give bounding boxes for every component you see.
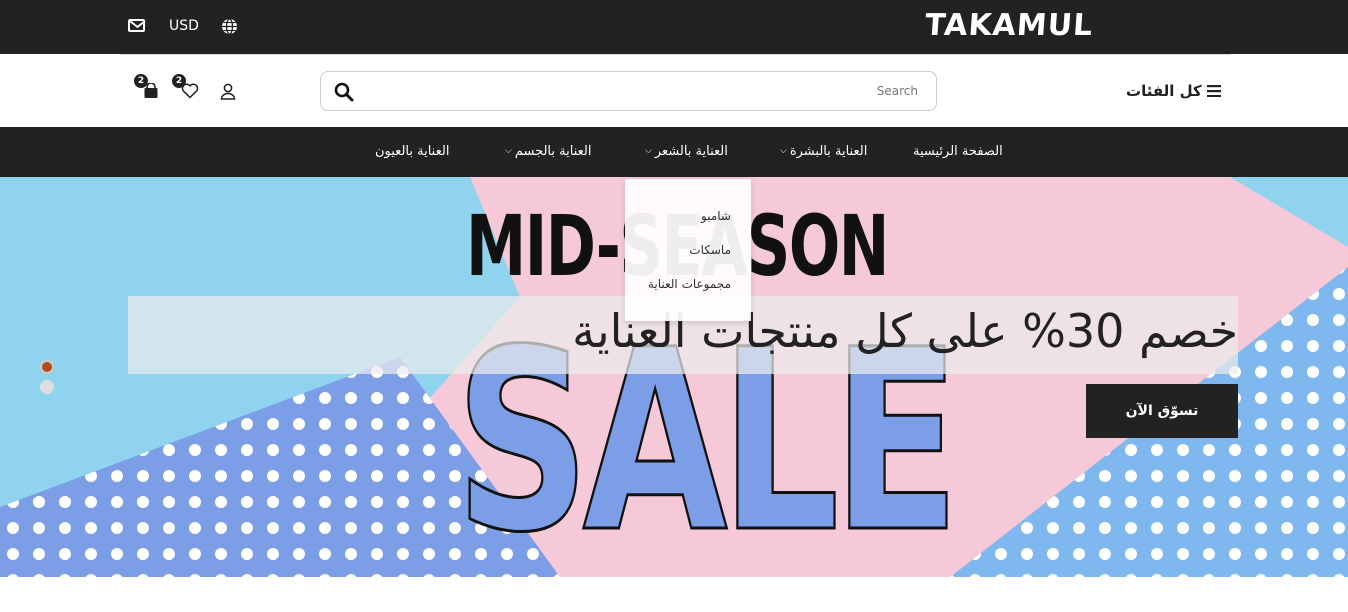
dropdown-item-masks[interactable]: ماسكات [689, 243, 731, 257]
slider-dot[interactable] [40, 380, 54, 394]
dropdown-item-shampoo[interactable]: شامبو [701, 209, 731, 223]
hamburger-icon [1206, 83, 1221, 101]
user-icon[interactable] [220, 83, 236, 104]
shop-now-button[interactable]: تسوّق الآن [1086, 384, 1238, 438]
nav-item-skin-care[interactable]: ⌵ العناية بالبشرة [780, 144, 867, 159]
search-placeholder: Search [876, 84, 918, 98]
nav-item-home[interactable]: الصفحة الرئيسية [913, 144, 1003, 159]
nav-item-hair-care[interactable]: ⌵ العناية بالشعر [645, 144, 728, 159]
dropdown-item-care-sets[interactable]: مجموعات العناية [648, 277, 731, 291]
site-logo[interactable]: TAKAMUL [924, 8, 1095, 43]
all-categories-button[interactable]: كل الفئات [1126, 82, 1221, 101]
all-categories-label: كل الفئات [1126, 82, 1202, 100]
nav-item-body-care[interactable]: ⌵ العناية بالجسم [505, 144, 591, 159]
slider-dot-active[interactable] [40, 360, 54, 374]
wishlist-count-badge: 2 [172, 74, 186, 88]
chevron-down-icon: ⌵ [780, 146, 787, 156]
globe-icon[interactable] [221, 18, 238, 39]
currency-selector[interactable]: USD [169, 18, 199, 34]
main-header: 2 2 Search كل الفئات [0, 55, 1348, 127]
nav-item-eye-care[interactable]: العناية بالعيون [375, 144, 449, 159]
chevron-down-icon: ⌵ [645, 146, 652, 156]
hair-care-dropdown: شامبو ماسكات مجموعات العناية [625, 179, 751, 321]
search-icon[interactable] [334, 82, 354, 106]
main-navigation: الصفحة الرئيسية ⌵ العناية بالبشرة ⌵ العناي… [0, 127, 1348, 177]
mail-icon[interactable] [128, 19, 146, 32]
top-bar: USD TAKAMUL [0, 0, 1348, 54]
search-bar[interactable]: Search [320, 71, 937, 111]
cart-count-badge: 2 [134, 74, 148, 88]
chevron-down-icon: ⌵ [505, 146, 512, 156]
